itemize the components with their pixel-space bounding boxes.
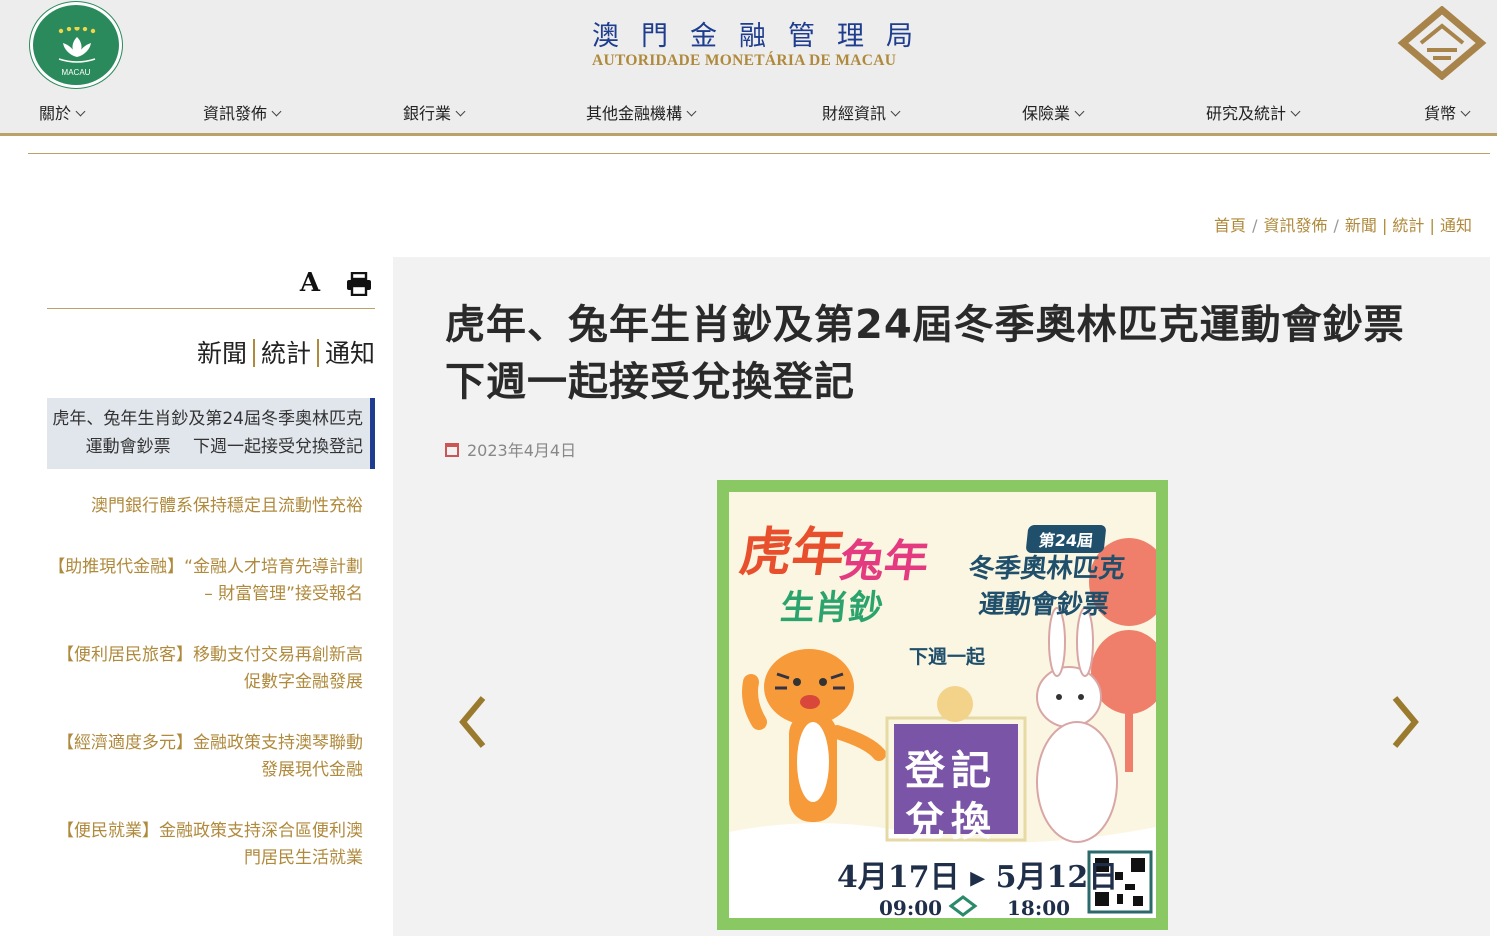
title-separator bbox=[316, 339, 319, 367]
nav-item-other-financial[interactable]: 其他金融機構 bbox=[586, 100, 697, 124]
sidebar-title-news: 新聞 bbox=[196, 339, 247, 368]
poster-register-line2: 兌換 bbox=[905, 798, 997, 845]
divider bbox=[47, 308, 375, 309]
chevron-down-icon bbox=[686, 106, 697, 117]
poster-zodiac-notes: 生肖鈔 bbox=[778, 588, 885, 628]
chevron-down-icon bbox=[455, 106, 466, 117]
article-title: 虎年、兔年生肖鈔及第24屆冬季奧林匹克運動會鈔票 下週一起接受兌換登記 bbox=[445, 302, 1461, 405]
breadcrumb-current[interactable]: 新聞 | 統計 | 通知 bbox=[1345, 216, 1472, 235]
nav-item-currency[interactable]: 貨幣 bbox=[1424, 100, 1471, 124]
sidebar-item[interactable]: 【便民就業】金融政策支持深合區便利澳門居民生活就業 bbox=[47, 818, 375, 873]
chevron-down-icon bbox=[271, 106, 282, 117]
calendar-icon bbox=[445, 443, 459, 457]
chevron-down-icon bbox=[1460, 106, 1471, 117]
amcm-logo[interactable] bbox=[1397, 6, 1487, 80]
site-title-portuguese[interactable]: AUTORIDADE MONETÁRIA DE MACAU bbox=[592, 52, 932, 70]
chevron-down-icon bbox=[1074, 106, 1085, 117]
article-panel: 虎年、兔年生肖鈔及第24屆冬季奧林匹克運動會鈔票 下週一起接受兌換登記 2023… bbox=[393, 257, 1490, 936]
nav-item-financial-info[interactable]: 財經資訊 bbox=[822, 100, 901, 124]
article-date-text: 2023年4月4日 bbox=[467, 441, 577, 460]
poster-register-line1: 登記 bbox=[905, 747, 997, 794]
breadcrumb-home[interactable]: 首頁 bbox=[1214, 216, 1246, 235]
nav-item-news[interactable]: 資訊發佈 bbox=[203, 100, 282, 124]
nav-item-insurance[interactable]: 保險業 bbox=[1022, 100, 1085, 124]
nav-item-research[interactable]: 研究及統計 bbox=[1206, 100, 1301, 124]
article-date: 2023年4月4日 bbox=[445, 437, 576, 461]
sidebar-news-list: 虎年、兔年生肖鈔及第24屆冬季奧林匹克運動會鈔票 下週一起接受兌換登記 澳門銀行… bbox=[47, 398, 375, 873]
poster-next-monday: 下週一起 bbox=[909, 646, 986, 668]
sidebar-title: 新聞 統計 通知 bbox=[197, 334, 375, 370]
sidebar-item[interactable]: 【便利居民旅客】移動支付交易再創新高促數字金融發展 bbox=[47, 642, 375, 697]
chevron-down-icon bbox=[75, 106, 86, 117]
tiger-illustration bbox=[742, 649, 886, 822]
sidebar-title-stats: 統計 bbox=[260, 339, 311, 368]
sidebar-item-active[interactable]: 虎年、兔年生肖鈔及第24屆冬季奧林匹克運動會鈔票 下週一起接受兌換登記 bbox=[47, 398, 375, 469]
emblem-text: MACAU bbox=[61, 68, 91, 77]
poster-olympic-line1: 冬季奧林匹克 bbox=[967, 554, 1127, 584]
nav-item-banking[interactable]: 銀行業 bbox=[403, 100, 466, 124]
divider bbox=[28, 153, 1490, 154]
breadcrumb-separator: / bbox=[1252, 216, 1258, 235]
poster-end-time: 18:00 bbox=[1007, 896, 1071, 920]
main-navigation: 關於 資訊發佈 銀行業 其他金融機構 財經資訊 保險業 研究及統計 貨幣 bbox=[0, 100, 1497, 130]
poster-date-range: 4月17日 ▸ 5月12日 bbox=[837, 860, 1119, 895]
carousel-prev-arrow-icon[interactable] bbox=[453, 692, 493, 752]
poster-start-time: 09:00 bbox=[879, 896, 943, 920]
chevron-down-icon bbox=[890, 106, 901, 117]
macau-emblem-logo[interactable]: MACAU bbox=[30, 2, 122, 88]
title-separator bbox=[252, 339, 255, 367]
poster-tiger-year: 虎年 bbox=[736, 523, 849, 583]
site-title-chinese[interactable]: 澳門金融管理局 bbox=[592, 14, 932, 53]
print-icon[interactable] bbox=[346, 272, 372, 296]
breadcrumb: 首頁 / 資訊發佈 / 新聞 | 統計 | 通知 bbox=[1214, 212, 1472, 236]
nav-item-about[interactable]: 關於 bbox=[39, 100, 86, 124]
site-header: MACAU 澳門金融管理局 AUTORIDADE MONETÁRIA DE MA… bbox=[0, 0, 1497, 136]
poster-olympic-line2: 運動會鈔票 bbox=[977, 590, 1111, 620]
chevron-down-icon bbox=[1290, 106, 1301, 117]
sidebar-title-notice: 通知 bbox=[324, 339, 375, 368]
news-poster-image[interactable]: 虎年 兔年 生肖鈔 第24屆 冬季奧林匹克 運動會鈔票 下週一起 登記 兌換 4… bbox=[717, 480, 1168, 930]
sidebar-item[interactable]: 【經濟適度多元】金融政策支持澳琴聯動發展現代金融 bbox=[47, 730, 375, 785]
breadcrumb-section[interactable]: 資訊發佈 bbox=[1263, 216, 1327, 235]
font-size-icon[interactable]: A bbox=[300, 268, 320, 298]
sidebar-item[interactable]: 【助推現代金融】“金融人才培育先導計劃 – 財富管理”接受報名 bbox=[47, 554, 375, 609]
sidebar-item[interactable]: 澳門銀行體系保持穩定且流動性充裕 bbox=[47, 493, 375, 521]
breadcrumb-separator: / bbox=[1333, 216, 1339, 235]
carousel-next-arrow-icon[interactable] bbox=[1385, 692, 1425, 752]
